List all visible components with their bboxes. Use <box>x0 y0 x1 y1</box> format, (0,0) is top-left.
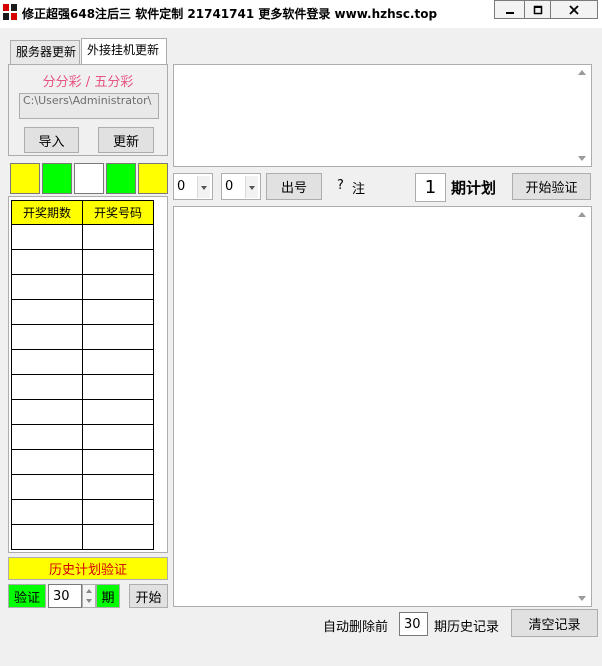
period-label: 期 <box>96 584 120 608</box>
history-records-label: 期历史记录 <box>434 620 500 635</box>
bet-unit-label: 注 <box>352 182 366 197</box>
output-button[interactable]: 出号 <box>266 173 322 200</box>
table-row[interactable] <box>11 349 154 375</box>
table-row[interactable] <box>11 399 154 425</box>
number-select-1[interactable]: 0 <box>173 173 213 200</box>
table-cell <box>11 349 83 375</box>
minimize-icon <box>505 11 514 14</box>
table-cell <box>11 374 83 400</box>
window-title: 修正超强648注后三 软件定制 21741741 更多软件登录 www.hzhs… <box>22 7 438 21</box>
number-select-1-value: 0 <box>177 179 186 194</box>
scroll-up-icon <box>578 212 586 217</box>
color-indicator-4 <box>106 163 136 194</box>
table-cell <box>82 374 154 400</box>
number-select-2-value: 0 <box>225 179 234 194</box>
table-cell <box>11 249 83 275</box>
update-panel: 分分彩 / 五分彩 C:\Users\Administrator\ 导入 更新 <box>8 64 168 156</box>
table-cell <box>11 399 83 425</box>
table-cell <box>82 399 154 425</box>
tab-external-update[interactable]: 外接挂机更新 <box>81 38 167 65</box>
table-cell <box>82 299 154 325</box>
table-cell <box>82 449 154 475</box>
scroll-down-icon <box>578 596 586 601</box>
plan-output-textarea[interactable] <box>173 64 592 167</box>
bet-count: ? <box>337 178 344 193</box>
table-row[interactable] <box>11 524 154 550</box>
table-row[interactable] <box>11 274 154 300</box>
scroll-down-icon <box>578 156 586 161</box>
delete-count-input[interactable]: 30 <box>399 612 428 636</box>
table-cell <box>11 499 83 525</box>
scroll-up-icon <box>578 70 586 75</box>
table-row[interactable] <box>11 499 154 525</box>
plan-period-input[interactable]: 1 <box>415 173 446 202</box>
lottery-type-label: 分分彩 / 五分彩 <box>42 75 134 90</box>
app-logo-icon <box>3 4 17 20</box>
tab-server-update[interactable]: 服务器更新 <box>10 40 80 64</box>
scrollbar[interactable] <box>575 208 590 605</box>
column-header-number: 开奖号码 <box>82 200 154 225</box>
table-row[interactable] <box>11 324 154 350</box>
table-cell <box>11 449 83 475</box>
table-cell <box>11 424 83 450</box>
table-cell <box>82 499 154 525</box>
table-row[interactable] <box>11 474 154 500</box>
history-plan-verify-button[interactable]: 历史计划验证 <box>8 557 168 580</box>
color-indicator-5 <box>138 163 168 194</box>
minimize-button[interactable] <box>494 0 525 19</box>
table-cell <box>11 524 83 550</box>
table-row[interactable] <box>11 374 154 400</box>
color-indicator-1 <box>10 163 40 194</box>
table-row[interactable] <box>11 424 154 450</box>
table-row[interactable] <box>11 249 154 275</box>
maximize-button[interactable] <box>524 0 551 19</box>
table-cell <box>11 299 83 325</box>
table-cell <box>82 224 154 250</box>
start-button[interactable]: 开始 <box>129 584 168 608</box>
draw-history-table[interactable]: 开奖期数 开奖号码 <box>8 196 168 553</box>
chevron-down-icon <box>197 176 210 198</box>
table-cell <box>82 324 154 350</box>
maximize-icon <box>533 5 542 14</box>
update-button[interactable]: 更新 <box>98 127 154 153</box>
table-cell <box>82 274 154 300</box>
scrollbar[interactable] <box>575 66 590 165</box>
table-cell <box>82 474 154 500</box>
path-input[interactable]: C:\Users\Administrator\ <box>19 93 159 119</box>
table-cell <box>82 249 154 275</box>
color-indicator-3 <box>74 163 104 194</box>
table-cell <box>11 474 83 500</box>
verify-count-spinner[interactable] <box>82 584 96 608</box>
chevron-down-icon <box>245 176 258 198</box>
table-cell <box>11 224 83 250</box>
color-indicator-2 <box>42 163 72 194</box>
verify-label: 验证 <box>8 584 46 608</box>
verify-count-input[interactable]: 30 <box>48 584 82 608</box>
table-row[interactable] <box>11 449 154 475</box>
column-header-period: 开奖期数 <box>11 200 83 225</box>
close-icon <box>569 4 579 15</box>
table-cell <box>82 349 154 375</box>
close-button[interactable] <box>550 0 598 19</box>
table-cell <box>82 524 154 550</box>
spinner-arrows-icon <box>86 589 92 603</box>
auto-delete-label: 自动删除前 <box>323 620 389 635</box>
table-cell <box>11 274 83 300</box>
plan-label: 期计划 <box>451 179 497 197</box>
number-select-2[interactable]: 0 <box>221 173 261 200</box>
table-row[interactable] <box>11 299 154 325</box>
start-verify-button[interactable]: 开始验证 <box>512 173 591 200</box>
table-row[interactable] <box>11 224 154 250</box>
table-cell <box>82 424 154 450</box>
table-cell <box>11 324 83 350</box>
result-textarea[interactable] <box>173 206 592 607</box>
import-button[interactable]: 导入 <box>24 127 79 153</box>
clear-records-button[interactable]: 清空记录 <box>511 609 598 637</box>
